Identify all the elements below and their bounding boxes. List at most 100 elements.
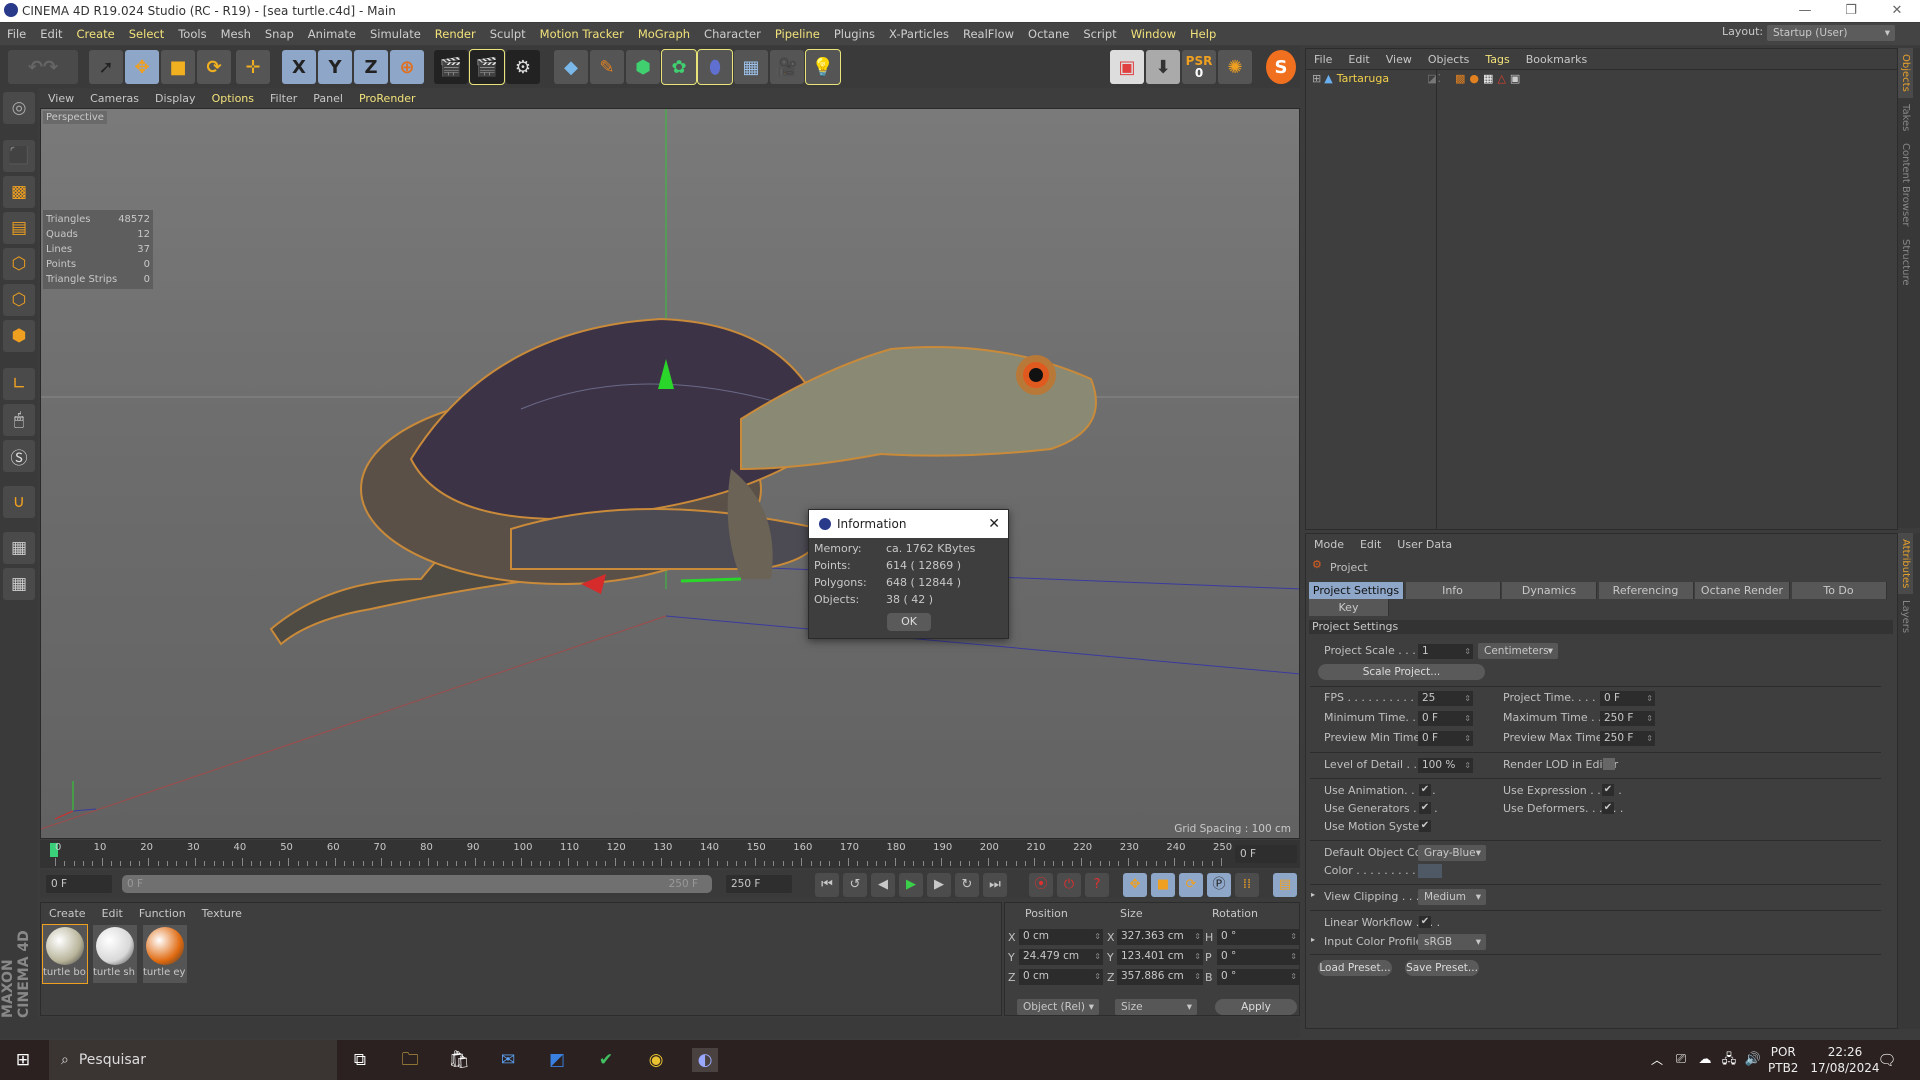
menu-octane[interactable]: Octane <box>1028 27 1069 41</box>
next-frame-icon[interactable]: ▶ <box>927 873 951 897</box>
preview-min-time-input[interactable]: 0 F <box>1418 731 1473 746</box>
tab-octane-render[interactable]: Octane Render <box>1695 582 1790 599</box>
world-coordinates-icon[interactable]: ⊕ <box>390 50 424 84</box>
attribute-menu-mode[interactable]: Mode <box>1314 538 1344 551</box>
expand-arrow-icon[interactable]: ▸ <box>1311 890 1315 899</box>
rotation-h-input[interactable]: 0 ° <box>1217 929 1299 945</box>
psr-icon[interactable]: PSR 0 <box>1182 50 1216 84</box>
menu-tools[interactable]: Tools <box>178 27 206 41</box>
snapping-icon[interactable]: ∪ <box>3 486 35 518</box>
planar-workplane-icon[interactable]: ▦ <box>3 568 35 600</box>
use-motion-system-checkbox[interactable]: ✔ <box>1419 820 1431 832</box>
cloner-icon[interactable]: ✿ <box>661 49 697 85</box>
file-explorer-icon[interactable]: 🗀 <box>397 1048 423 1072</box>
move-tool-icon[interactable]: ✥ <box>125 50 159 84</box>
task-view-icon[interactable]: ⧉ <box>347 1048 373 1072</box>
material-menu-edit[interactable]: Edit <box>102 907 123 920</box>
camera-icon[interactable]: 🎥 <box>770 50 804 84</box>
cinema4d-taskbar-icon[interactable]: ◐ <box>692 1048 718 1072</box>
key-rotation-icon[interactable]: ⟳ <box>1179 873 1203 897</box>
layout-dropdown[interactable]: Startup (User) <box>1767 25 1895 41</box>
position-y-input[interactable]: 24.479 cm <box>1019 949 1103 965</box>
side-tab-objects[interactable]: Objects <box>1898 48 1913 98</box>
size-y-input[interactable]: 123.401 cm <box>1117 949 1203 965</box>
color-swatch[interactable] <box>1418 864 1442 878</box>
menu-select[interactable]: Select <box>129 27 164 41</box>
menu-pipeline[interactable]: Pipeline <box>775 27 820 41</box>
start-frame-field[interactable]: 0 F <box>46 875 112 893</box>
play-icon[interactable]: ▶ <box>899 873 923 897</box>
material-swatch[interactable]: turtle ey <box>143 925 187 983</box>
light-icon[interactable]: 💡 <box>805 49 841 85</box>
menu-edit[interactable]: Edit <box>40 27 62 41</box>
workplane-lock-icon[interactable]: ▦ <box>3 532 35 564</box>
object-menu-edit[interactable]: Edit <box>1348 53 1369 66</box>
phong-tag-icon[interactable]: ● <box>1469 72 1479 85</box>
render-picture-viewer-icon[interactable]: 🎬 <box>469 49 505 85</box>
object-menu-view[interactable]: View <box>1386 53 1412 66</box>
material-menu-function[interactable]: Function <box>139 907 186 920</box>
material-menu-texture[interactable]: Texture <box>202 907 242 920</box>
menu-realflow[interactable]: RealFlow <box>963 27 1014 41</box>
select-tool-icon[interactable]: ➚ <box>89 50 123 84</box>
viewport-menu-cameras[interactable]: Cameras <box>90 92 139 105</box>
menu-script[interactable]: Script <box>1083 27 1116 41</box>
side-tab-attributes[interactable]: Attributes <box>1898 533 1913 595</box>
pen-spline-icon[interactable]: ✎ <box>590 50 624 84</box>
store-icon[interactable]: 🛍 <box>446 1048 472 1072</box>
use-deformers-checkbox[interactable]: ✔ <box>1602 802 1614 814</box>
subdivision-surface-icon[interactable]: ⬢ <box>626 50 660 84</box>
close-button[interactable]: ✕ <box>1874 0 1920 22</box>
viewport-menu-panel[interactable]: Panel <box>313 92 343 105</box>
menu-mesh[interactable]: Mesh <box>221 27 251 41</box>
rotation-b-input[interactable]: 0 ° <box>1217 969 1299 985</box>
current-frame-field[interactable]: 0 F <box>1235 845 1297 863</box>
key-parameter-icon[interactable]: Ⓟ <box>1207 873 1231 897</box>
key-position-icon[interactable]: ✥ <box>1123 873 1147 897</box>
attribute-menu-edit[interactable]: Edit <box>1360 538 1381 551</box>
substance-icon[interactable]: S <box>1266 50 1296 84</box>
app-icon[interactable]: ✔ <box>593 1048 619 1072</box>
undo-redo-icon[interactable]: ↶↷ <box>8 50 78 84</box>
texture-tag-icon[interactable]: ▦ <box>1483 72 1493 85</box>
menu-render[interactable]: Render <box>435 27 476 41</box>
scale-tool-icon[interactable]: ■ <box>161 50 195 84</box>
render-view-icon[interactable]: 🎬 <box>434 50 468 84</box>
warning-tag-icon[interactable]: △ <box>1497 72 1505 85</box>
menu-animate[interactable]: Animate <box>308 27 356 41</box>
timeline-window-icon[interactable]: ▤ <box>1273 873 1297 897</box>
ok-button[interactable]: OK <box>887 613 931 631</box>
octane-import-icon[interactable]: ⬇ <box>1146 50 1180 84</box>
axis-mode-icon[interactable]: ∟ <box>3 368 35 400</box>
edges-mode-icon[interactable]: ⬡ <box>3 284 35 316</box>
make-editable-icon[interactable]: ◎ <box>3 92 35 124</box>
viewport-menu-options[interactable]: Options <box>212 92 254 105</box>
z-axis-lock-icon[interactable]: Z <box>354 50 388 84</box>
maximum-time-input[interactable]: 250 F <box>1600 711 1655 726</box>
size-z-input[interactable]: 357.886 cm <box>1117 969 1203 985</box>
menu-mograph[interactable]: MoGraph <box>638 27 690 41</box>
tab-dynamics[interactable]: Dynamics <box>1502 582 1597 599</box>
previous-key-icon[interactable]: ↺ <box>843 873 867 897</box>
tab-project-settings[interactable]: Project Settings <box>1309 582 1404 599</box>
menu-motion-tracker[interactable]: Motion Tracker <box>540 27 624 41</box>
scale-project-button[interactable]: Scale Project... <box>1318 664 1485 680</box>
project-scale-unit-dropdown[interactable]: Centimeters <box>1478 643 1558 659</box>
floor-icon[interactable]: ▦ <box>734 50 768 84</box>
tab-referencing[interactable]: Referencing <box>1598 582 1694 599</box>
project-scale-input[interactable]: 1 <box>1418 644 1473 659</box>
keyframe-selection-icon[interactable]: ? <box>1085 873 1109 897</box>
go-to-end-icon[interactable]: ⏭ <box>983 873 1007 897</box>
fps-input[interactable]: 25 <box>1418 691 1473 706</box>
level-of-detail-input[interactable]: 100 % <box>1418 758 1473 773</box>
material-menu-create[interactable]: Create <box>49 907 86 920</box>
minimize-button[interactable]: — <box>1782 0 1828 22</box>
linear-workflow-checkbox[interactable]: ✔ <box>1419 916 1431 928</box>
side-tab-content-browser[interactable]: Content Browser <box>1898 137 1913 232</box>
texture-mode-icon[interactable]: ▩ <box>3 176 35 208</box>
menu-x-particles[interactable]: X-Particles <box>889 27 949 41</box>
chrome-icon[interactable]: ◉ <box>643 1048 669 1072</box>
live-selection-icon[interactable]: ✛ <box>236 50 270 84</box>
view-clipping-dropdown[interactable]: Medium <box>1418 889 1486 905</box>
tab-key-interpolation[interactable]: Key Interpolation <box>1309 599 1389 631</box>
